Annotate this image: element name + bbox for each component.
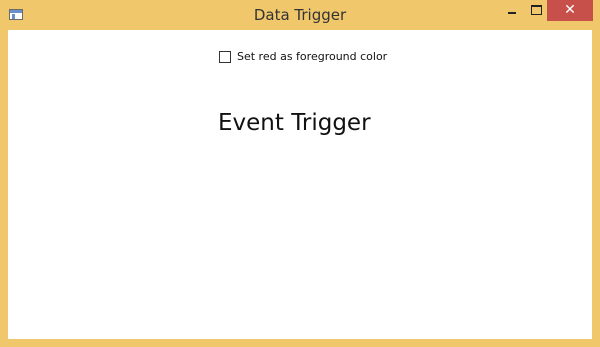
title-bar[interactable]: Data Trigger ✕	[0, 0, 600, 30]
event-trigger-text: Event Trigger	[218, 110, 371, 136]
maximize-button[interactable]	[526, 0, 546, 21]
app-window: Data Trigger ✕ Set red as foreground col…	[0, 0, 600, 347]
foreground-color-checkbox-row[interactable]: Set red as foreground color	[219, 50, 387, 63]
foreground-color-checkbox[interactable]	[219, 50, 231, 63]
close-icon: ✕	[564, 2, 576, 18]
client-area: Set red as foreground color Event Trigge…	[8, 30, 592, 339]
close-button[interactable]: ✕	[547, 0, 593, 21]
checkbox-label[interactable]: Set red as foreground color	[237, 50, 387, 63]
minimize-button[interactable]	[499, 0, 525, 21]
